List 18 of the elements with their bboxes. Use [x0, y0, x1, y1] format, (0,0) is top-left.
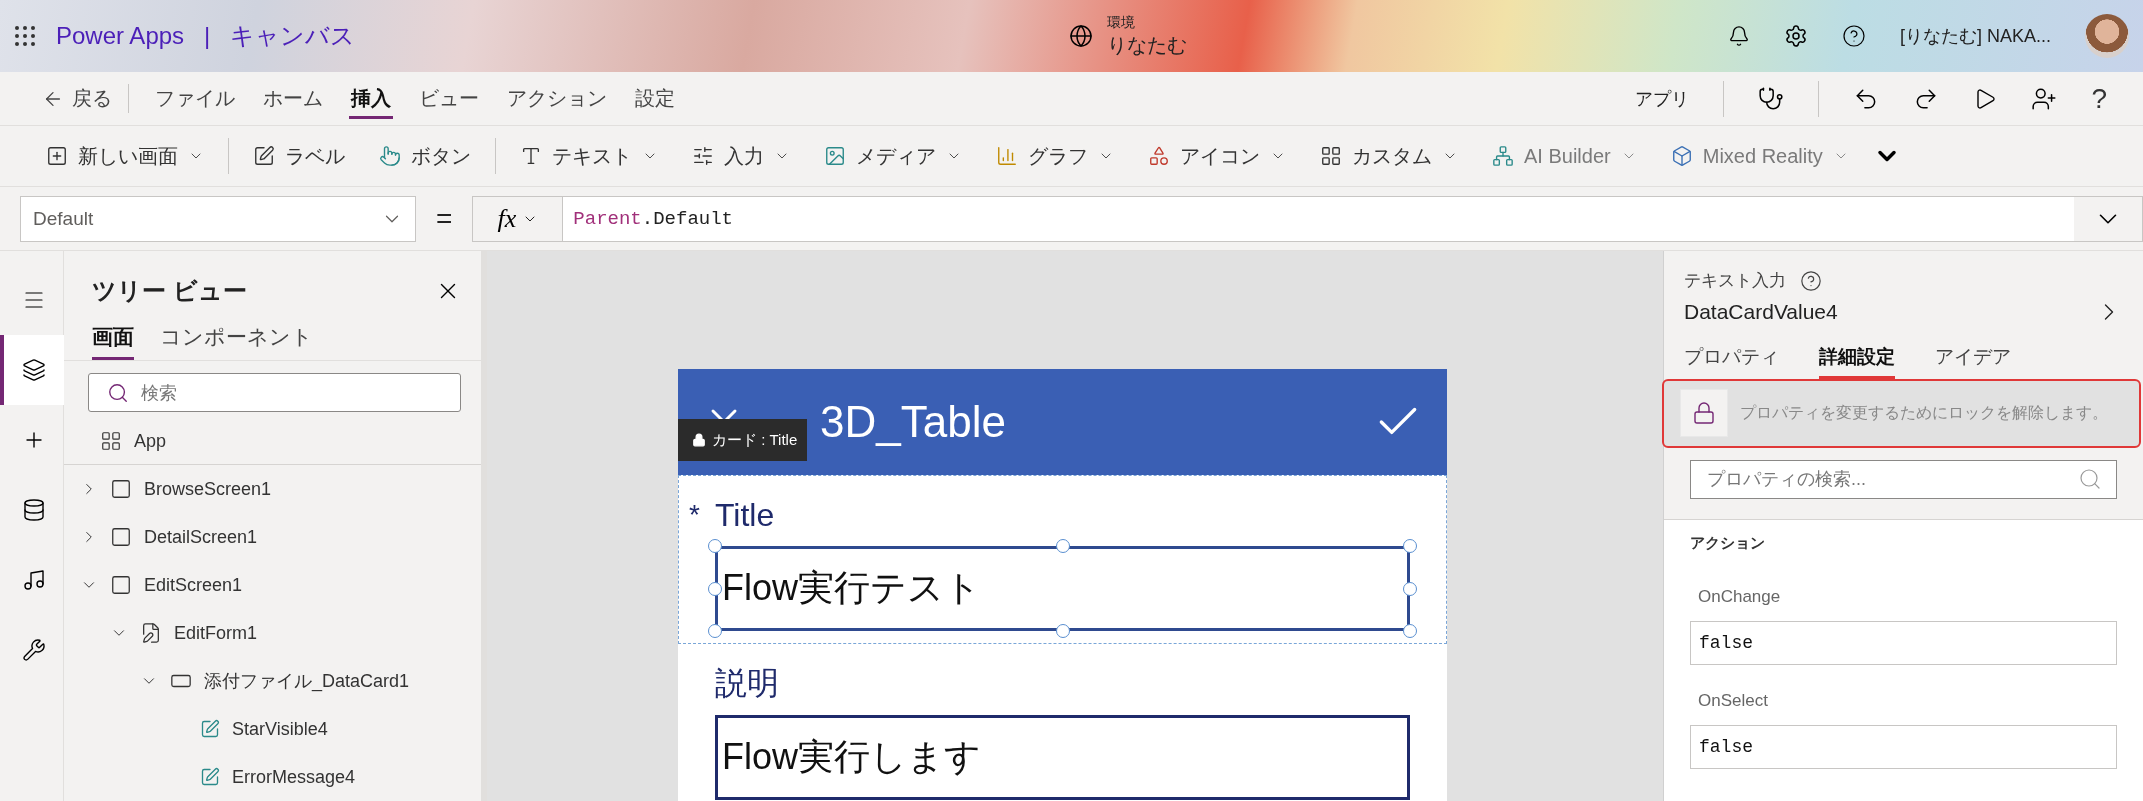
title-separator: | — [204, 22, 211, 50]
property-name: OnSelect — [1698, 691, 1769, 711]
app-type: キャンバス — [230, 21, 356, 51]
card-tooltip: カード : Title — [678, 419, 808, 461]
app-title: Power Apps — [56, 22, 185, 50]
environment-label: 環境 — [1107, 13, 1136, 32]
app-label: アプリ — [1635, 87, 1690, 111]
equals-sign: = — [436, 202, 453, 235]
required-mark: * — [689, 499, 701, 531]
panel-title: ツリー ビュー — [92, 276, 247, 306]
property-name: OnChange — [1698, 587, 1782, 607]
form-title: 3D_Table — [820, 397, 1007, 447]
control-type: テキスト入力 — [1684, 270, 1786, 292]
field-label: 説明 — [715, 664, 779, 703]
control-name: DataCardValue4 — [1684, 300, 1838, 324]
field-label: Title — [715, 496, 775, 534]
section-title: アクション — [1690, 534, 1766, 553]
lock-message: プロパティを変更するためにロックを解除します。 — [1740, 402, 2108, 423]
